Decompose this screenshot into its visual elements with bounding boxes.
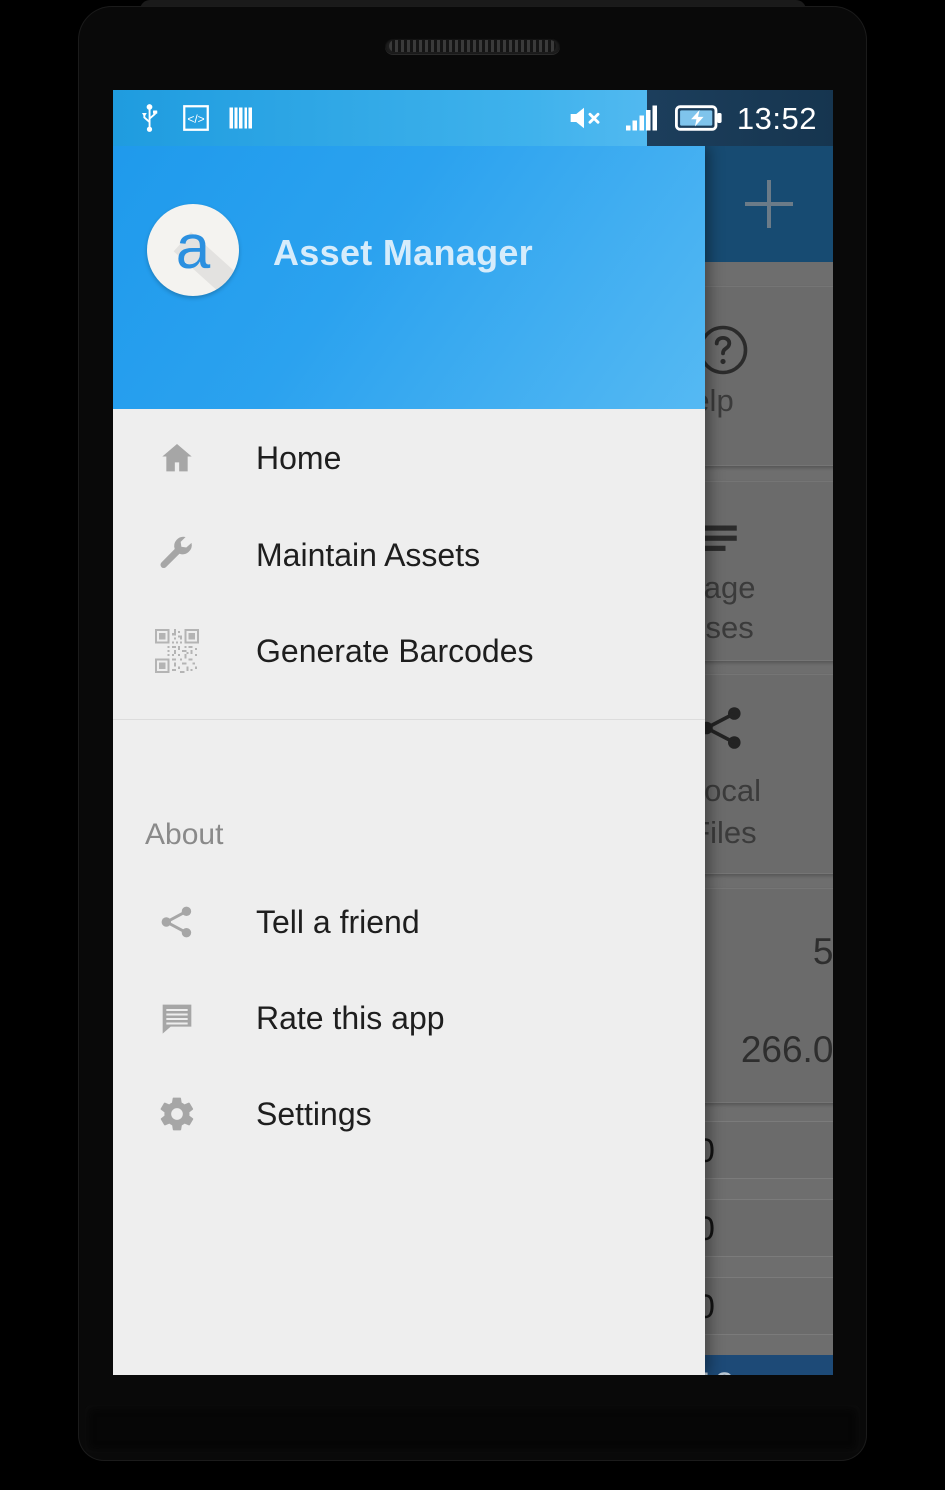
avatar-letter: a bbox=[175, 213, 211, 282]
drawer-item-tell-a-friend-label: Tell a friend bbox=[256, 904, 420, 940]
drawer-primary-section: Home Maintain Assets Generate Barcodes bbox=[113, 409, 705, 699]
home-icon bbox=[153, 434, 201, 482]
status-bar-right-icons: 13:52 bbox=[567, 90, 817, 146]
device-bottom-chin bbox=[85, 1405, 860, 1453]
wrench-icon bbox=[153, 531, 201, 579]
add-button[interactable] bbox=[743, 178, 795, 230]
battery-charging-icon bbox=[674, 105, 722, 131]
share-icon bbox=[153, 898, 201, 946]
gear-icon bbox=[153, 1090, 201, 1138]
comment-icon bbox=[153, 994, 201, 1042]
phone-screen: elp nage uses e Local p Files 5 266.0 0 … bbox=[113, 90, 833, 1375]
drawer-item-generate-barcodes[interactable]: Generate Barcodes bbox=[113, 603, 705, 699]
app-avatar: a bbox=[147, 204, 239, 296]
drawer-about-section: Tell a friend Rate this app Settings bbox=[113, 874, 705, 1162]
drawer-item-settings[interactable]: Settings bbox=[113, 1066, 705, 1162]
stat-total-value: 266.00 bbox=[740, 1029, 833, 1070]
svg-text:</>: </> bbox=[187, 112, 204, 126]
qr-code-icon bbox=[153, 627, 201, 675]
drawer-divider bbox=[113, 719, 705, 720]
drawer-item-rate-this-app[interactable]: Rate this app bbox=[113, 970, 705, 1066]
drawer-item-maintain-assets-label: Maintain Assets bbox=[256, 537, 481, 573]
drawer-header: a Asset Manager bbox=[113, 146, 705, 409]
status-bar: </> 13:52 bbox=[113, 90, 833, 146]
drawer-item-maintain-assets[interactable]: Maintain Assets bbox=[113, 507, 705, 603]
developer-mode-icon: </> bbox=[183, 105, 209, 131]
drawer-section-about: About bbox=[145, 818, 224, 851]
drawer-item-rate-this-app-label: Rate this app bbox=[256, 1000, 445, 1036]
earpiece-grille bbox=[389, 40, 556, 52]
drawer-item-settings-label: Settings bbox=[256, 1096, 372, 1132]
earpiece-speaker bbox=[385, 38, 560, 54]
drawer-item-tell-a-friend[interactable]: Tell a friend bbox=[113, 874, 705, 970]
app-title: Asset Manager bbox=[273, 232, 533, 273]
stat-count: 58 bbox=[812, 931, 833, 972]
drawer-item-home-label: Home bbox=[256, 440, 342, 476]
signal-bars-icon bbox=[625, 105, 658, 131]
barcode-icon bbox=[229, 107, 253, 129]
usb-icon bbox=[142, 104, 158, 132]
drawer-item-generate-barcodes-label: Generate Barcodes bbox=[256, 633, 534, 669]
drawer-item-home[interactable]: Home bbox=[113, 409, 705, 507]
volume-muted-icon bbox=[570, 107, 600, 129]
status-bar-clock: 13:52 bbox=[736, 100, 817, 136]
device-frame: elp nage uses e Local p Files 5 266.0 0 … bbox=[0, 0, 945, 1490]
status-bar-left-icons: </> bbox=[135, 90, 255, 146]
navigation-drawer: a Asset Manager Home Maintain Assets Gen… bbox=[113, 146, 705, 1375]
